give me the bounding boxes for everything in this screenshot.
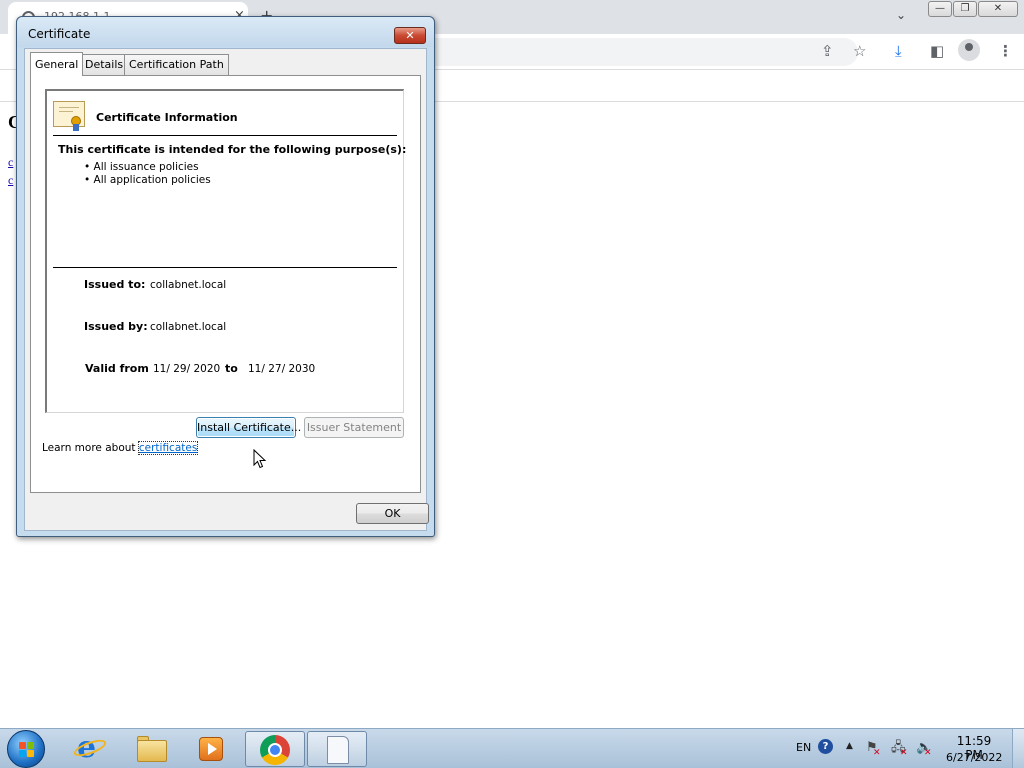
windows-logo-pane <box>19 750 26 757</box>
mute-x-icon: ✕ <box>924 748 932 758</box>
document-icon <box>327 736 349 764</box>
certificate-icon-line <box>59 111 73 112</box>
certificate-info-heading: Certificate Information <box>96 111 238 124</box>
language-indicator[interactable]: EN <box>796 741 811 754</box>
show-hidden-icons-button[interactable]: ▲ <box>846 741 853 751</box>
divider <box>53 135 397 136</box>
file-explorer-icon[interactable] <box>134 731 170 767</box>
dialog-title: Certificate <box>28 27 91 41</box>
learn-more-certificates-link[interactable]: certificates <box>137 441 199 455</box>
action-center-flag-icon[interactable]: ⚑ ✕ <box>866 740 881 758</box>
document-taskbar-button[interactable] <box>307 731 367 767</box>
folder-body-shape <box>137 740 167 762</box>
certificate-dialog: Certificate ✕ General Details Certificat… <box>16 16 435 537</box>
chrome-logo-center <box>268 743 282 757</box>
profile-head-shape <box>965 43 973 51</box>
tab-details[interactable]: Details <box>80 54 129 75</box>
tab-certification-path[interactable]: Certification Path <box>124 54 229 75</box>
ok-button[interactable]: OK <box>356 503 429 524</box>
page-link[interactable]: c <box>8 173 13 188</box>
error-x-icon: ✕ <box>900 748 908 758</box>
window-close-button[interactable]: ✕ <box>978 1 1018 17</box>
valid-from-label: Valid from <box>85 362 149 375</box>
tab-general[interactable]: General <box>30 52 84 76</box>
issued-to-label: Issued to: <box>84 278 146 291</box>
windows-logo-pane <box>27 750 34 757</box>
profile-avatar-icon[interactable] <box>958 39 980 61</box>
valid-to-label: to <box>225 362 238 375</box>
general-tab-panel: Certificate Information This certificate… <box>30 75 421 493</box>
purpose-item: • All issuance policies <box>84 161 199 173</box>
certificate-icon-line <box>59 107 79 108</box>
bookmark-star-icon[interactable]: ☆ <box>853 43 866 59</box>
windows-taskbar: e EN ? ▲ ⚑ ✕ 🖧 ✕ 🔈 ✕ 11:59 PM 6/27/2022 <box>0 728 1024 768</box>
install-certificate-button[interactable]: Install Certificate... <box>196 417 301 438</box>
network-icon[interactable]: 🖧 ✕ <box>891 740 908 758</box>
window-minimize-button[interactable]: — <box>928 1 952 17</box>
internet-explorer-icon[interactable]: e <box>71 731 109 767</box>
page-link[interactable]: c <box>8 155 13 170</box>
error-x-icon: ✕ <box>873 748 881 758</box>
purpose-item: • All application policies <box>84 174 211 186</box>
chrome-taskbar-button[interactable] <box>245 731 305 767</box>
share-icon[interactable]: ⇪ <box>821 43 834 59</box>
window-maximize-button[interactable]: ❐ <box>953 1 977 17</box>
divider <box>53 267 397 268</box>
learn-more-text: Learn more about certificates <box>42 441 199 455</box>
media-player-icon[interactable] <box>193 731 229 767</box>
certificate-icon <box>53 101 85 131</box>
volume-icon[interactable]: 🔈 ✕ <box>916 740 932 758</box>
play-icon <box>208 743 217 755</box>
start-button[interactable] <box>7 730 45 768</box>
valid-to-value: 11/ 27/ 2030 <box>248 363 316 375</box>
clock-date[interactable]: 6/27/2022 <box>946 751 1002 764</box>
certificate-ribbon-icon <box>73 124 79 131</box>
download-icon[interactable]: ⤓ <box>895 43 902 59</box>
dialog-title-bar[interactable]: Certificate ✕ <box>17 17 434 47</box>
dialog-close-button[interactable]: ✕ <box>394 27 426 44</box>
issued-by-label: Issued by: <box>84 320 148 333</box>
issued-to-value: collabnet.local <box>150 279 227 291</box>
windows-logo-pane <box>27 742 34 749</box>
purpose-heading: This certificate is intended for the fol… <box>58 143 407 156</box>
valid-from-value: 11/ 29/ 2020 <box>153 363 221 375</box>
dialog-body: General Details Certification Path Certi… <box>24 48 429 531</box>
mouse-pointer-shape <box>253 449 267 469</box>
browser-menu-icon[interactable]: ⋮ <box>998 43 1013 59</box>
issuer-statement-button: Issuer Statement <box>304 417 404 438</box>
tab-search-icon[interactable]: ⌄ <box>896 8 906 22</box>
side-panel-icon[interactable]: ◧ <box>930 43 944 59</box>
certificate-info-box: Certificate Information This certificate… <box>45 89 407 413</box>
learn-more-prefix: Learn more about <box>42 442 139 454</box>
help-icon[interactable]: ? <box>818 739 833 754</box>
issued-by-value: collabnet.local <box>150 321 227 333</box>
windows-logo-pane <box>19 742 26 749</box>
show-desktop-button[interactable] <box>1012 729 1024 768</box>
chrome-logo-icon <box>260 735 290 765</box>
